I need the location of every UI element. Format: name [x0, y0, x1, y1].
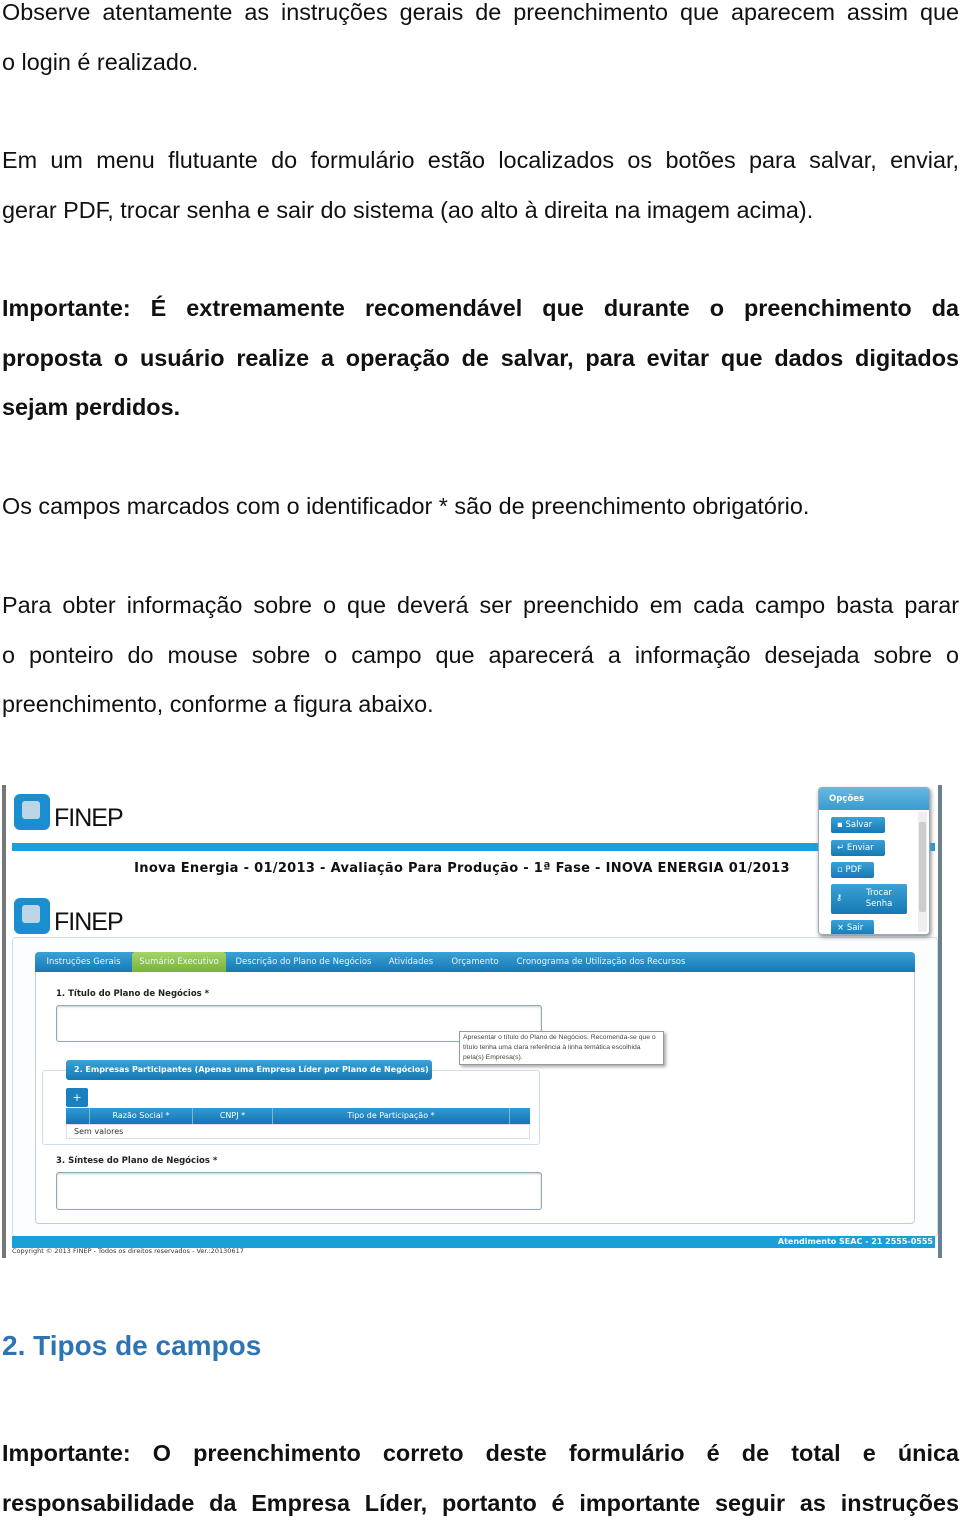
send-icon: ↵ [837, 843, 844, 853]
finep-logo: FINEP [14, 794, 124, 832]
header-cnpj[interactable]: CNPJ * [192, 1108, 272, 1124]
companies-table-header: Razão Social * CNPJ * Tipo de Participaç… [66, 1108, 530, 1124]
options-menu: Opções ▪ Salvar ↵ Enviar ▫ PDF ⚷ Trocar S… [818, 787, 930, 935]
empty-row: Sem valores [66, 1124, 530, 1139]
right-border [938, 785, 942, 1258]
paragraph-responsibility: Importante: O preenchimento correto dest… [2, 1429, 959, 1528]
paragraph-login: Observe atentamente as instruções gerais… [2, 0, 959, 87]
button-label: PDF [845, 865, 862, 875]
finep-logo-2: FINEP [14, 898, 124, 936]
close-icon: × [837, 923, 844, 933]
text-line: gerar PDF, trocar senha e sair do sistem… [2, 186, 959, 236]
text-line: o ponteiro do mouse sobre o campo que ap… [2, 631, 959, 681]
options-scrollbar[interactable] [918, 812, 927, 932]
text-line: o login é realizado. [2, 38, 959, 88]
pdf-button[interactable]: ▫ PDF [831, 862, 874, 878]
paragraph-important-save: Importante: É extremamente recomendável … [2, 284, 959, 433]
change-password-button[interactable]: ⚷ Trocar Senha [831, 884, 907, 914]
save-icon: ▪ [837, 820, 843, 830]
field-tooltip: Apresentar o título do Plano de Negócios… [459, 1031, 664, 1065]
logo-mark-icon [14, 794, 50, 830]
form-screenshot: FINEP Inova Energia - 01/2013 - Avaliaçã… [0, 785, 945, 1258]
section2-legend: 2. Empresas Participantes (Apenas uma Em… [66, 1060, 432, 1080]
text-line: proposta o usuário realize a operação de… [2, 334, 959, 384]
logo-mark-icon [14, 898, 50, 934]
save-button[interactable]: ▪ Salvar [831, 817, 885, 833]
paragraph-tooltip: Para obter informação sobre o que deverá… [2, 581, 959, 730]
add-company-button[interactable]: + [66, 1088, 88, 1107]
tab-instrucoes-gerais[interactable]: Instruções Gerais [38, 952, 129, 972]
tab-sumario-executivo[interactable]: Sumário Executivo [132, 952, 226, 972]
section-heading: 2. Tipos de campos [2, 1330, 261, 1362]
field1-label: 1. Título do Plano de Negócios * [56, 989, 209, 999]
logout-button[interactable]: × Sair [831, 920, 874, 935]
text-line: preenchimento, conforme a figura abaixo. [2, 680, 959, 730]
tab-atividades[interactable]: Atividades [381, 952, 441, 972]
text-line: responsabilidade da Empresa Líder, porta… [2, 1479, 959, 1528]
text-line: Para obter informação sobre o que deverá… [2, 581, 959, 631]
header-bar [12, 843, 935, 851]
copyright: Copyright © 2013 FINEP - Todos os direit… [12, 1247, 244, 1255]
tab-descricao[interactable]: Descrição do Plano de Negócios [229, 952, 378, 972]
text-line: sejam perdidos. [2, 383, 959, 433]
send-button[interactable]: ↵ Enviar [831, 840, 885, 856]
button-label: Trocar Senha [855, 888, 903, 910]
pdf-icon: ▫ [837, 865, 843, 875]
page-title: Inova Energia - 01/2013 - Avaliação Para… [12, 861, 932, 876]
header-tipo-participacao[interactable]: Tipo de Participação * [272, 1108, 510, 1124]
logo-text: FINEP [54, 908, 123, 937]
tab-cronograma[interactable]: Cronograma de Utilização dos Recursos [509, 952, 693, 972]
button-label: Enviar [847, 843, 874, 853]
text-line: Importante: O preenchimento correto dest… [2, 1429, 959, 1479]
text-line: Em um menu flutuante do formulário estão… [2, 136, 959, 186]
field3-label: 3. Síntese do Plano de Negócios * [56, 1156, 217, 1166]
logo-text: FINEP [54, 804, 123, 833]
scrollbar-thumb[interactable] [919, 822, 926, 912]
paragraph-required: Os campos marcados com o identificador *… [2, 482, 959, 532]
text-line: Importante: É extremamente recomendável … [2, 284, 959, 334]
button-label: Sair [847, 923, 863, 933]
text-line: Observe atentamente as instruções gerais… [2, 0, 959, 38]
sintese-input[interactable] [56, 1172, 542, 1210]
header-razao-social[interactable]: Razão Social * [89, 1108, 192, 1124]
left-border [2, 785, 6, 1258]
button-label: Salvar [845, 820, 872, 830]
options-title: Opções [819, 788, 929, 810]
paragraph-menu: Em um menu flutuante do formulário estão… [2, 136, 959, 235]
key-icon: ⚷ [836, 893, 842, 904]
tab-orcamento[interactable]: Orçamento [444, 952, 506, 972]
